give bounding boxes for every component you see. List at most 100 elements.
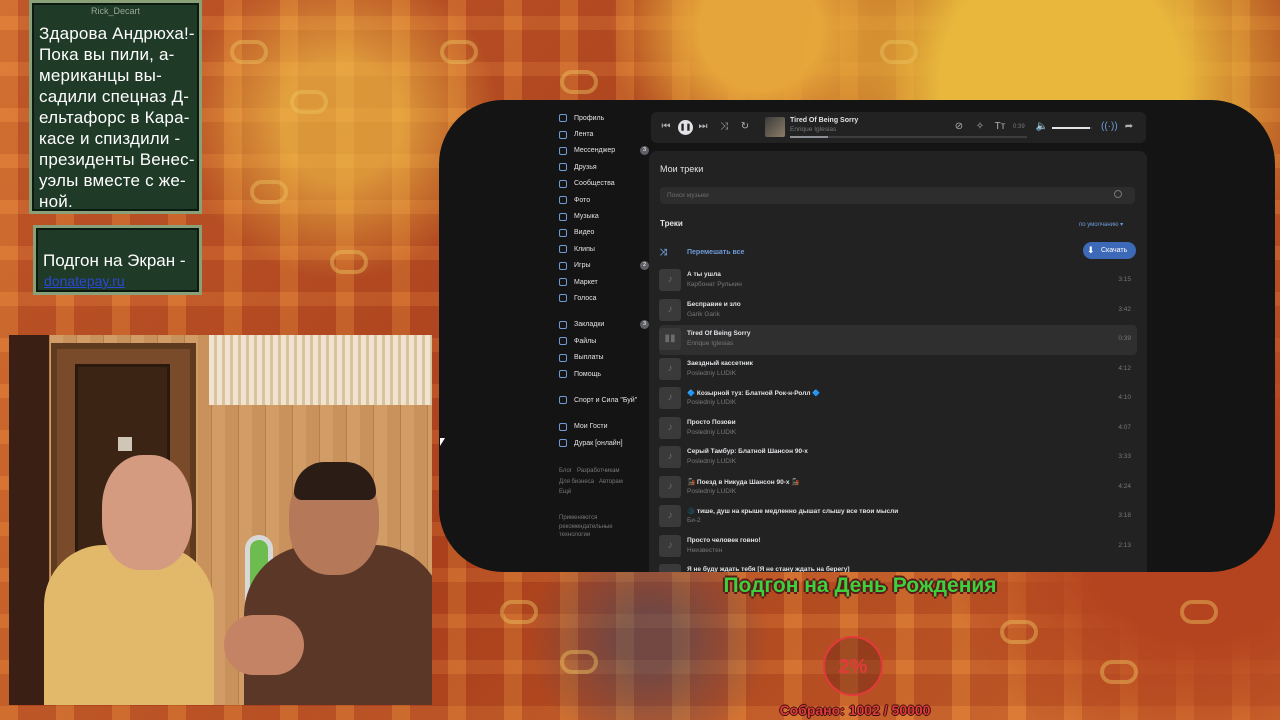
background-pattern	[330, 250, 368, 274]
track-title: 🚂 Поезд в Никуда Шансон 90-х 🚂	[687, 478, 800, 486]
track-artist[interactable]: Posledniy LUDIK	[687, 399, 736, 406]
music-note-icon: ♪	[659, 387, 681, 409]
track-artist[interactable]: Posledniy LUDIK	[687, 429, 736, 436]
track-row[interactable]: ♪ 🌑 тише, душ на крыше медленно дышат слы…	[659, 502, 1137, 532]
background-pattern	[1180, 600, 1218, 624]
track-row[interactable]: ♪ Просто человек говно! Неизвестен 2:13	[659, 532, 1137, 562]
sidebar-item[interactable]: Маркет	[559, 274, 649, 290]
sidebar-item-label: Игры	[574, 262, 591, 270]
sidebar-item[interactable]: Фото	[559, 192, 649, 208]
track-row[interactable]: ♪ 🚂 Поезд в Никуда Шансон 90-х 🚂 Posledniy…	[659, 473, 1137, 503]
share-icon[interactable]: ➦	[1122, 120, 1136, 134]
mouse-cursor	[440, 438, 445, 446]
track-artist[interactable]: Posledniy LUDIK	[687, 488, 736, 495]
sidebar-item[interactable]: Файлы	[559, 333, 649, 349]
clips-icon	[559, 245, 567, 254]
background-pattern	[290, 90, 328, 114]
promo-link[interactable]: donatepay.ru	[44, 273, 125, 289]
music-search-input[interactable]	[660, 187, 1135, 204]
playback-progress-bar[interactable]	[790, 136, 1027, 138]
track-artist[interactable]: Posledniy LUDIK	[687, 370, 736, 377]
goal-title: Подгон на День Рождения	[723, 574, 997, 597]
track-duration: 0:39	[1118, 335, 1131, 342]
search-icon[interactable]	[1114, 190, 1122, 198]
track-title: 🔷 Козырной туз: Блатной Рок-н-Ролл 🔷	[687, 390, 821, 397]
sidebar-item[interactable]: Музыка	[559, 208, 649, 224]
next-track-icon[interactable]: ⏭	[696, 120, 710, 134]
sidebar-item-label: Спорт и Сила "Буй"	[574, 396, 638, 404]
sidebar-item[interactable]: Дурак [онлайн]	[559, 435, 649, 451]
volume-slider[interactable]	[1052, 127, 1092, 129]
broadcast-icon[interactable]: ((·))	[1101, 120, 1118, 134]
footer-link[interactable]: Разработчикам	[577, 468, 620, 474]
track-row[interactable]: ♪ Серый Тамбур: Блатной Шансон 90-х Posled…	[659, 443, 1137, 473]
track-artist[interactable]: Garik Garik	[687, 311, 720, 318]
webcam-shelf	[9, 335, 49, 705]
sidebar-item[interactable]: Игры 2	[559, 258, 649, 274]
track-row[interactable]: ♪ 🔷 Козырной туз: Блатной Рок-н-Ролл 🔷 Pos…	[659, 384, 1137, 414]
recommendations-icon[interactable]: ✧	[973, 120, 987, 134]
sidebar-item[interactable]: Профиль	[559, 110, 649, 126]
track-row[interactable]: ♪ Заездный кассетник Posledniy LUDIK 4:12	[659, 355, 1137, 385]
track-duration: 2:13	[1118, 541, 1131, 549]
background-pattern	[560, 650, 598, 674]
sort-dropdown[interactable]: по умолчанию ▾	[1079, 221, 1123, 228]
track-list: ♪ А ты ушла Карбонат Рулькин 3:15 ♪ Бесправие…	[659, 266, 1137, 572]
sidebar-item-label: Помощь	[574, 370, 602, 378]
footer-link[interactable]: Для бизнеса	[559, 479, 594, 485]
sidebar-item[interactable]: Голоса	[559, 290, 649, 306]
dislike-icon[interactable]: ⊘	[952, 120, 966, 134]
sidebar-item[interactable]: Друзья	[559, 159, 649, 175]
sidebar-item[interactable]: Спорт и Сила "Буй"	[559, 392, 649, 408]
person-right-hair	[294, 462, 376, 500]
person-left-head	[102, 455, 192, 570]
track-duration: 4:24	[1118, 482, 1131, 490]
files-icon	[559, 337, 567, 346]
track-row[interactable]: ♪ Я не буду ждать тебя [Я не стану ждать …	[659, 561, 1137, 572]
volume-icon[interactable]: 🔈	[1035, 120, 1049, 134]
feed-icon	[559, 130, 567, 139]
shuffle-all-button[interactable]: ⤨ Перемешать все	[660, 246, 744, 258]
sidebar-item-badge: 2	[640, 261, 649, 271]
webcam-feed	[9, 335, 432, 705]
chat-icon	[559, 146, 567, 155]
track-row[interactable]: ♪ А ты ушла Карбонат Рулькин 3:15	[659, 266, 1137, 296]
track-artist[interactable]: Карбонат Рулькин	[687, 281, 742, 288]
sidebar-item[interactable]: Мои Гости	[559, 419, 649, 435]
footer-link[interactable]: Блог	[559, 468, 572, 474]
track-title: 🌑 тише, душ на крыше медленно дышат слыш…	[687, 508, 899, 515]
track-row[interactable]: ♪ Просто Позови Posledniy LUDIK 4:07	[659, 414, 1137, 444]
now-playing-artist[interactable]: Enrique Iglesias	[790, 126, 836, 133]
sidebar-item[interactable]: Видео	[559, 225, 649, 241]
shuffle-icon[interactable]: ⤨	[717, 120, 731, 134]
track-title: Заездный кассетник	[687, 359, 753, 367]
sidebar-item[interactable]: Выплаты	[559, 349, 649, 365]
footer-link[interactable]: Авторам	[599, 479, 623, 485]
lyrics-icon[interactable]: Tт	[993, 120, 1007, 134]
track-artist[interactable]: Posledniy LUDIK	[687, 458, 736, 465]
track-artist[interactable]: Би-2	[687, 517, 701, 524]
footer-link[interactable]: Ещё	[559, 489, 571, 495]
sidebar-item[interactable]: Клипы	[559, 241, 649, 257]
track-row[interactable]: ▮▮ Tired Of Being Sorry Enrique Iglesias 0:…	[659, 325, 1137, 355]
sidebar-item[interactable]: Мессенджер 3	[559, 143, 649, 159]
download-button[interactable]: ⬇ Скачать	[1083, 242, 1136, 259]
pause-button[interactable]: ❚❚	[678, 120, 693, 135]
track-artist[interactable]: Неизвестен	[687, 547, 722, 554]
repeat-icon[interactable]: ↻	[738, 120, 752, 134]
guests-icon	[559, 422, 567, 431]
music-note-icon: ♪	[659, 475, 681, 498]
sidebar-item[interactable]: Лента	[559, 126, 649, 142]
track-artist[interactable]: Enrique Iglesias	[687, 340, 733, 347]
sidebar-item[interactable]: Помощь	[559, 366, 649, 382]
background-pattern	[880, 40, 918, 64]
nav-separator	[559, 382, 649, 392]
sidebar-item[interactable]: Сообщества	[559, 176, 649, 192]
donation-message-text: Здарова Андрюха!- Пока вы пили, а-мерика…	[39, 24, 195, 211]
sidebar-nav: Профиль Лента Мессенджер 3 Друзья Сообщества Ф…	[559, 110, 649, 451]
sidebar-item[interactable]: Закладки 3	[559, 317, 649, 333]
track-row[interactable]: ♪ Бесправие и зло Garik Garik 3:42	[659, 296, 1137, 326]
sidebar-item-label: Мои Гости	[574, 423, 608, 431]
friends-icon	[559, 163, 567, 172]
previous-track-icon[interactable]: ⏮	[659, 120, 673, 134]
